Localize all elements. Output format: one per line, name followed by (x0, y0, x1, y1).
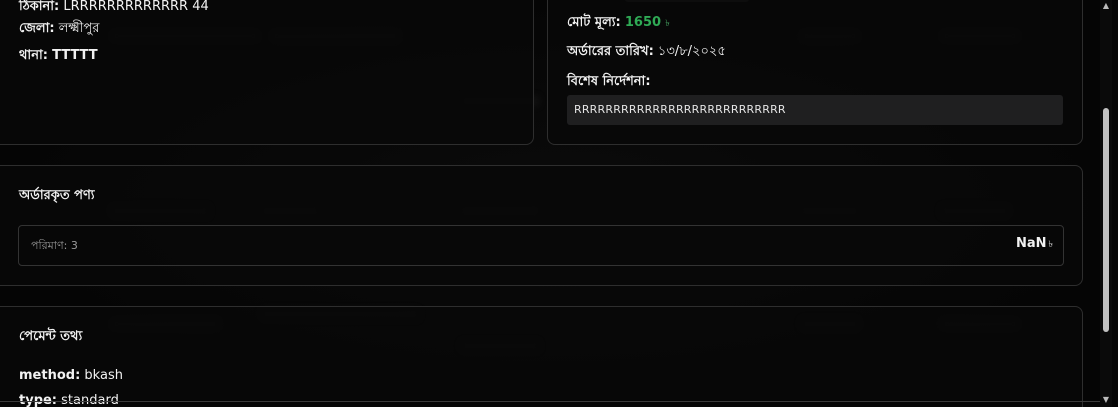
order-summary-card: মোট মূল্য: 1650 ৳ অর্ডারের তারিখ: ১৩/৮/২… (547, 0, 1083, 145)
modal-bottom-edge (0, 401, 1100, 402)
ordered-products-card: অর্ডারকৃত পণ্য পরিমাণ: 3 NaN ৳ (0, 165, 1083, 286)
district-row: জেলা: লক্ষ্মীপুর (19, 19, 99, 40)
product-quantity: পরিমাণ: 3 (31, 237, 78, 256)
product-item: পরিমাণ: 3 NaN ৳ (18, 225, 1064, 266)
address-value: LRRRRRRRRRRRRR 44 (63, 0, 209, 14)
payment-type-label: type: (19, 393, 58, 407)
payment-info-card: পেমেন্ট তথ্য method: bkash type: standar… (0, 306, 1083, 407)
address-card: ঠিকানা: LRRRRRRRRRRRRR 44 জেলা: লক্ষ্মীপ… (0, 0, 534, 145)
order-details-modal: ঠিকানা: LRRRRRRRRRRRRR 44 জেলা: লক্ষ্মীপ… (0, 0, 1118, 407)
payment-type-row: type: standard (19, 393, 119, 407)
total-price-label: মোট মূল্য: (567, 15, 621, 30)
total-price-currency: ৳ (665, 19, 670, 29)
thana-value: TTTTT (52, 48, 98, 63)
ordered-products-title: অর্ডারকৃত পণ্য (19, 188, 95, 203)
special-note-label: বিশেষ নির্দেশনা: (567, 74, 651, 89)
payment-method-row: method: bkash (19, 368, 123, 383)
address-row: ঠিকানা: LRRRRRRRRRRRRR 44 (19, 0, 209, 18)
product-quantity-value: 3 (70, 239, 78, 252)
order-date-row: অর্ডারের তারিখ: ১৩/৮/২০২৫ (567, 42, 726, 63)
special-note-field: RRRRRRRRRRRRRRRRRRRRRRRRRRR (567, 95, 1063, 125)
address-label: ঠিকানা: (19, 0, 60, 14)
product-price-value: NaN (1015, 236, 1047, 251)
scrollbar-thumb[interactable] (1103, 108, 1109, 332)
triangle-down-icon[interactable]: ▼ (1102, 396, 1110, 404)
product-price: NaN ৳ (1016, 236, 1053, 252)
payment-method-value: bkash (84, 368, 123, 383)
thana-label: থানা: (19, 48, 48, 63)
total-price-value: 1650 (624, 15, 662, 30)
order-date-label: অর্ডারের তারিখ: (567, 44, 654, 59)
thana-row: থানা: TTTTT (19, 46, 98, 67)
product-price-currency: ৳ (1048, 240, 1053, 250)
district-label: জেলা: (19, 21, 55, 36)
payment-info-title: পেমেন্ট তথ্য (19, 329, 83, 344)
order-date-value: ১৩/৮/২০২৫ (657, 44, 726, 59)
triangle-up-icon[interactable]: ▲ (1102, 2, 1110, 10)
product-quantity-label: পরিমাণ: (31, 239, 68, 252)
payment-method-label: method: (19, 368, 81, 383)
total-price-row: মোট মূল্য: 1650 ৳ (567, 13, 670, 34)
payment-type-value: standard (61, 393, 119, 407)
district-value: লক্ষ্মীপুর (58, 21, 100, 36)
